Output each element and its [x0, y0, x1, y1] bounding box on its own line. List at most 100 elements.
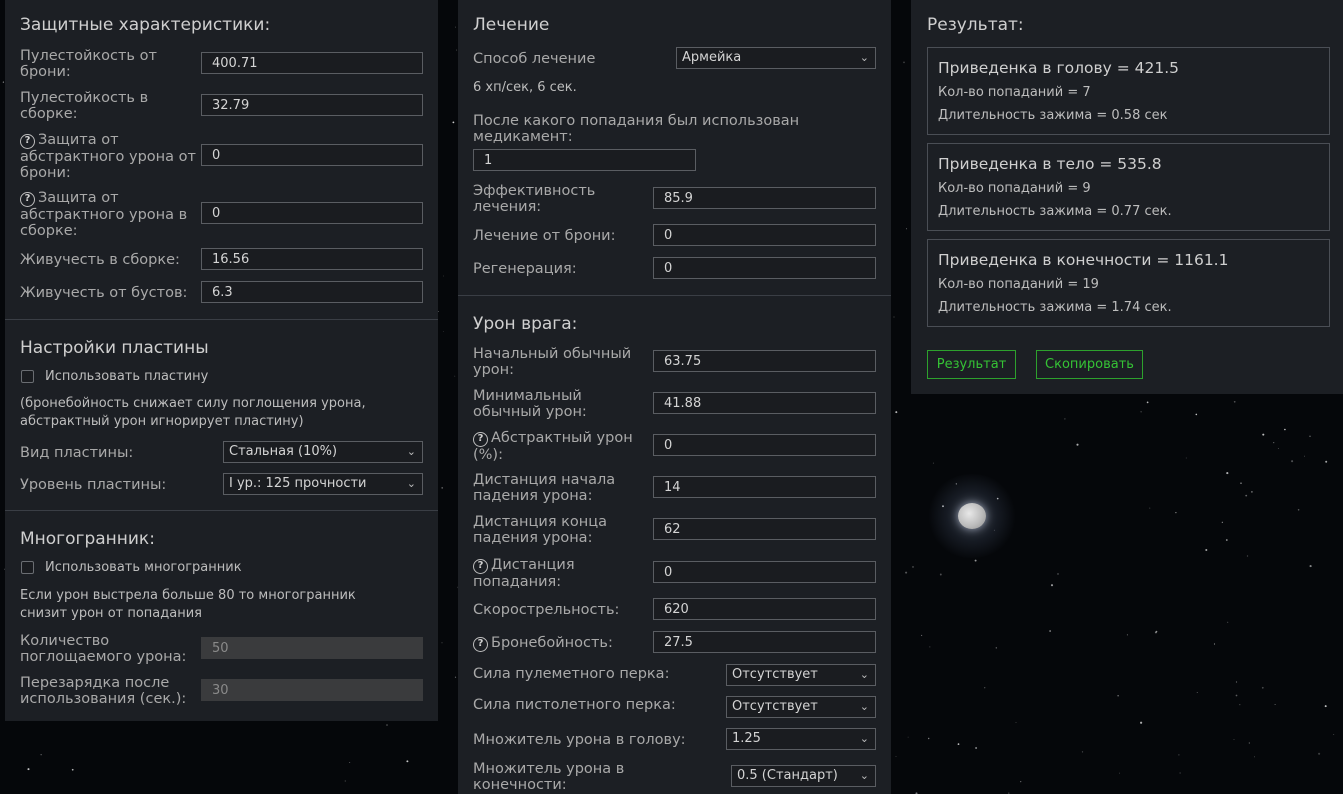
divider [458, 295, 891, 296]
abstract-build-input[interactable] [201, 202, 423, 224]
use-plate-checkbox[interactable] [21, 370, 34, 383]
plate-note: (бронебойность снижает силу поглощения у… [20, 396, 366, 429]
heal-method-label: Способ лечение [473, 51, 596, 67]
result-head-title: Приведенка в голову = 421.5 [938, 59, 1180, 77]
heal-method-select[interactable]: Армейка ⌄ [676, 47, 876, 69]
start-damage-label: Начальный обычный урон: [473, 346, 632, 378]
hit-distance-text: Дистанция попадания: [473, 557, 575, 590]
after-hit-label: После какого попадания был использован м… [473, 113, 800, 145]
chevron-down-icon: ⌄ [406, 445, 416, 458]
heal-efficiency-label: Эффективность лечения: [473, 183, 596, 215]
heal-method-info: 6 хп/сек, 6 сек. [473, 80, 577, 95]
chevron-down-icon: ⌄ [859, 668, 869, 681]
head-mult-value: 1.25 [732, 731, 761, 746]
chevron-down-icon: ⌄ [859, 769, 869, 782]
armor-bullet-input[interactable] [201, 52, 423, 74]
pistol-perk-value: Отсутствует [732, 699, 818, 714]
start-damage-input[interactable] [653, 350, 876, 372]
result-limbs-box: Приведенка в конечности = 1161.1 Кол-во … [927, 239, 1330, 327]
chevron-down-icon: ⌄ [859, 732, 869, 745]
enemy-title: Урон врага: [473, 314, 578, 334]
vitality-boost-label: Живучесть от бустов: [20, 285, 188, 301]
falloff-end-input[interactable] [653, 518, 876, 540]
abstract-damage-input[interactable] [653, 434, 876, 456]
armor-heal-input[interactable] [653, 224, 876, 246]
chevron-down-icon: ⌄ [859, 700, 869, 713]
penetration-input[interactable] [653, 631, 876, 653]
help-icon[interactable]: ? [473, 432, 488, 447]
abstract-armor-input[interactable] [201, 144, 423, 166]
absorb-input [201, 637, 423, 659]
heal-method-value: Армейка [682, 50, 742, 65]
result-body-hold: Длительность зажима = 0.77 сек. [938, 204, 1172, 219]
defense-title: Защитные характеристики: [20, 15, 271, 35]
head-mult-select[interactable]: 1.25 ⌄ [726, 728, 876, 750]
result-body-box: Приведенка в тело = 535.8 Кол-во попадан… [927, 143, 1330, 231]
falloff-start-label: Дистанция начала падения урона: [473, 472, 616, 504]
result-title: Результат: [927, 15, 1024, 35]
armor-bullet-label: Пулестойкость от брони: [20, 48, 157, 80]
falloff-start-input[interactable] [653, 476, 876, 498]
plate-type-select[interactable]: Стальная (10%) ⌄ [223, 441, 423, 463]
abstract-armor-label: ? Защита от абстрактного урона от брони: [20, 132, 200, 181]
help-icon[interactable]: ? [473, 637, 488, 652]
hit-distance-input[interactable] [653, 561, 876, 583]
result-button[interactable]: Результат [927, 350, 1016, 379]
healing-title: Лечение [473, 15, 550, 35]
result-head-box: Приведенка в голову = 421.5 Кол-во попад… [927, 47, 1330, 135]
plate-type-value: Стальная (10%) [229, 444, 338, 459]
chevron-down-icon: ⌄ [859, 51, 869, 64]
vitality-build-label: Живучесть в сборке: [20, 252, 180, 268]
polyhedron-note: Если урон выстрела больше 80 то многогра… [20, 588, 356, 621]
vitality-build-input[interactable] [201, 248, 423, 270]
abstract-armor-text: Защита от абстрактного урона от брони: [20, 132, 196, 181]
use-polyhedron-label: Использовать многогранник [45, 560, 242, 575]
fire-rate-input[interactable] [653, 598, 876, 620]
mg-perk-select[interactable]: Отсутствует ⌄ [726, 664, 876, 686]
heal-efficiency-input[interactable] [653, 187, 876, 209]
head-mult-label: Множитель урона в голову: [473, 732, 686, 748]
plate-level-select[interactable]: I ур.: 125 прочности ⌄ [223, 473, 423, 495]
mg-perk-value: Отсутствует [732, 667, 818, 682]
result-head-hold: Длительность зажима = 0.58 сек [938, 108, 1168, 123]
result-panel: Результат: Приведенка в голову = 421.5 К… [911, 0, 1343, 394]
polyhedron-title: Многогранник: [20, 529, 155, 549]
limb-mult-value: 0.5 (Стандарт) [737, 768, 838, 783]
limb-mult-label: Множитель урона в конечности: [473, 761, 625, 793]
help-icon[interactable]: ? [20, 192, 35, 207]
build-bullet-input[interactable] [201, 94, 423, 116]
reload-label: Перезарядка после использования (сек.): [20, 675, 187, 707]
chevron-down-icon: ⌄ [406, 477, 416, 490]
pistol-perk-label: Сила пистолетного перка: [473, 697, 676, 713]
use-plate-label: Использовать пластину [45, 369, 209, 384]
copy-button[interactable]: Скопировать [1036, 350, 1143, 379]
help-icon[interactable]: ? [20, 134, 35, 149]
reload-input [201, 679, 423, 701]
divider [5, 319, 438, 320]
regen-label: Регенерация: [473, 261, 577, 277]
limb-mult-select[interactable]: 0.5 (Стандарт) ⌄ [731, 765, 876, 787]
penetration-text: Бронебойность: [491, 635, 613, 651]
min-damage-label: Минимальный обычный урон: [473, 388, 587, 420]
defense-panel: Защитные характеристики: Пулестойкость о… [5, 0, 438, 721]
result-limbs-hits: Кол-во попаданий = 19 [938, 277, 1099, 292]
abstract-build-text: Защита от абстрактного урона в сборке: [20, 190, 188, 239]
min-damage-input[interactable] [653, 392, 876, 414]
after-hit-input[interactable] [473, 149, 696, 171]
build-bullet-label: Пулестойкость в сборке: [20, 90, 149, 122]
regen-input[interactable] [653, 257, 876, 279]
result-body-hits: Кол-во попаданий = 9 [938, 181, 1091, 196]
armor-heal-label: Лечение от брони: [473, 228, 616, 244]
healing-enemy-panel: Лечение Способ лечение Армейка ⌄ 6 хп/сек… [458, 0, 891, 794]
divider [5, 510, 438, 511]
abstract-build-label: ? Защита от абстрактного урона в сборке: [20, 190, 205, 239]
help-icon[interactable]: ? [473, 559, 488, 574]
result-limbs-title: Приведенка в конечности = 1161.1 [938, 251, 1229, 269]
plate-level-value: I ур.: 125 прочности [229, 476, 367, 491]
abstract-damage-label: ? Абстрактный урон (%): [473, 430, 653, 463]
use-polyhedron-checkbox[interactable] [21, 561, 34, 574]
vitality-boost-input[interactable] [201, 281, 423, 303]
mg-perk-label: Сила пулеметного перка: [473, 666, 670, 682]
result-body-title: Приведенка в тело = 535.8 [938, 155, 1162, 173]
pistol-perk-select[interactable]: Отсутствует ⌄ [726, 696, 876, 718]
